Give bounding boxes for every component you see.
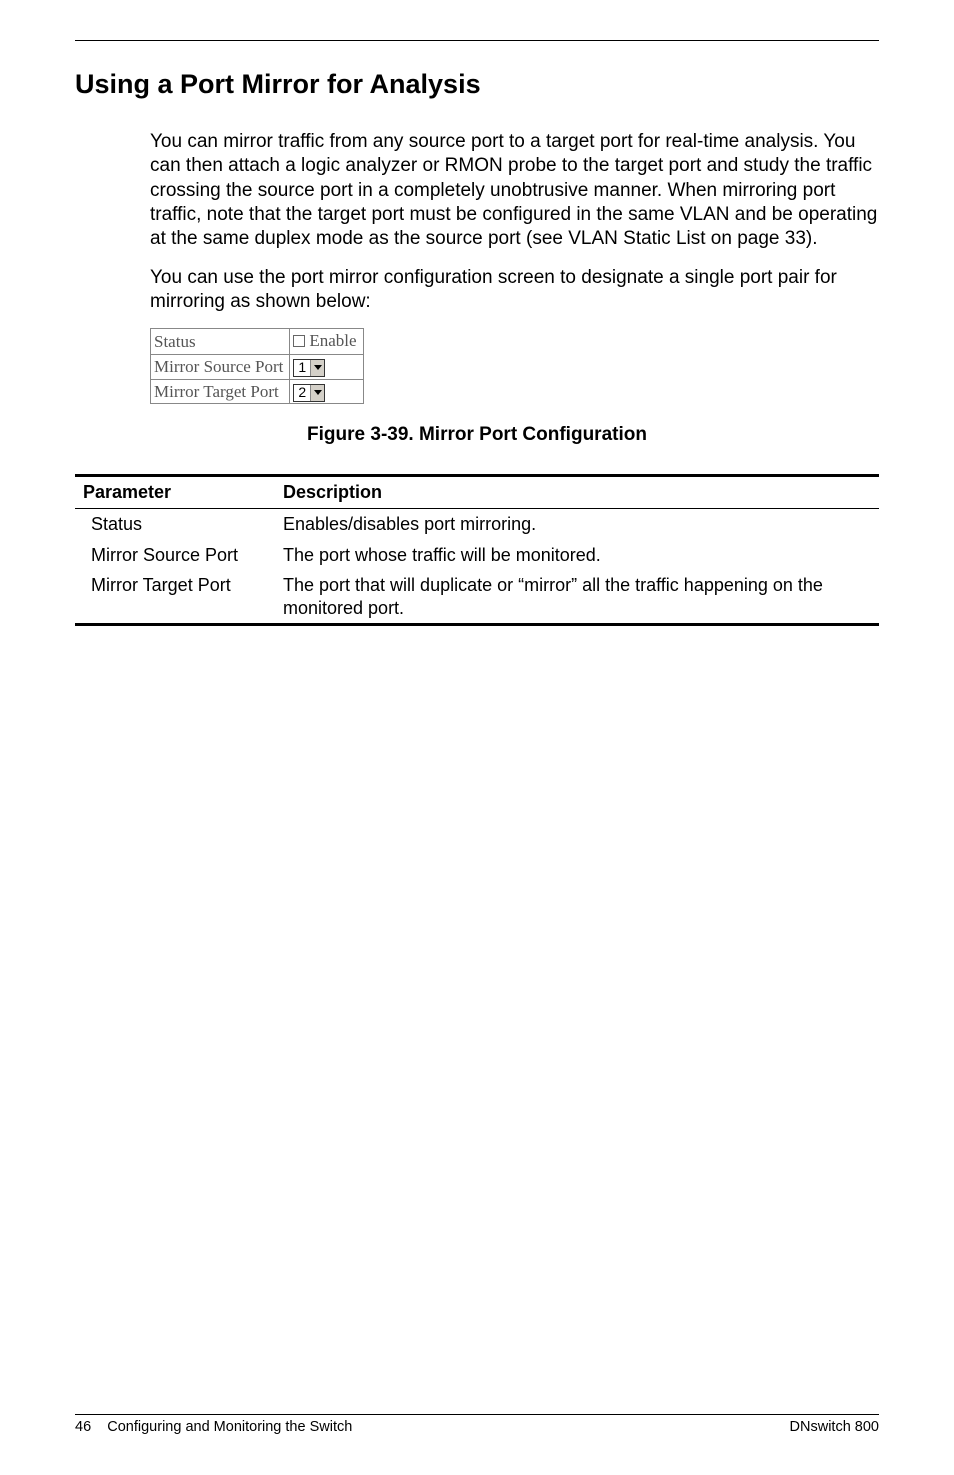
footer-page-number: 46: [75, 1419, 91, 1435]
source-port-label: Mirror Source Port: [151, 354, 290, 379]
dropdown-arrow-icon: [310, 360, 324, 376]
footer-right: DNswitch 800: [790, 1419, 879, 1435]
page-heading: Using a Port Mirror for Analysis: [75, 69, 879, 100]
dropdown-arrow-icon: [310, 385, 324, 401]
table-row: Mirror Target Port The port that will du…: [75, 570, 879, 625]
figure-caption: Figure 3-39. Mirror Port Configuration: [75, 424, 879, 446]
source-port-value: 1: [294, 360, 310, 376]
table-row: Mirror Source Port The port whose traffi…: [75, 540, 879, 571]
source-port-select[interactable]: 1: [293, 359, 325, 377]
parameter-table: Parameter Description Status Enables/dis…: [75, 474, 879, 626]
param-name: Status: [75, 509, 275, 540]
col-header-parameter: Parameter: [75, 476, 275, 509]
ui-row-target: Mirror Target Port 2: [151, 379, 364, 404]
param-desc: Enables/disables port mirroring.: [275, 509, 879, 540]
target-port-value: 2: [294, 385, 310, 401]
param-name: Mirror Target Port: [75, 570, 275, 625]
enable-checkbox[interactable]: Enable: [293, 330, 356, 352]
page-footer: 46 Configuring and Monitoring the Switch…: [75, 1414, 879, 1435]
target-port-label: Mirror Target Port: [151, 379, 290, 404]
paragraph-1: You can mirror traffic from any source p…: [150, 130, 879, 252]
param-name: Mirror Source Port: [75, 540, 275, 571]
status-label: Status: [151, 329, 290, 355]
footer-rule: [75, 1414, 879, 1415]
paragraph-2: You can use the port mirror configuratio…: [150, 266, 879, 315]
ui-row-source: Mirror Source Port 1: [151, 354, 364, 379]
enable-label: Enable: [309, 330, 356, 352]
mirror-config-ui: Status Enable Mirror Source Port 1: [150, 328, 364, 404]
ui-row-status: Status Enable: [151, 329, 364, 355]
footer-left: 46 Configuring and Monitoring the Switch: [75, 1419, 352, 1435]
table-row: Status Enables/disables port mirroring.: [75, 509, 879, 540]
footer-section-title: Configuring and Monitoring the Switch: [107, 1419, 352, 1435]
param-desc: The port whose traffic will be monitored…: [275, 540, 879, 571]
col-header-description: Description: [275, 476, 879, 509]
param-desc: The port that will duplicate or “mirror”…: [275, 570, 879, 625]
checkbox-icon: [293, 335, 305, 347]
target-port-select[interactable]: 2: [293, 384, 325, 402]
top-rule: [75, 40, 879, 41]
